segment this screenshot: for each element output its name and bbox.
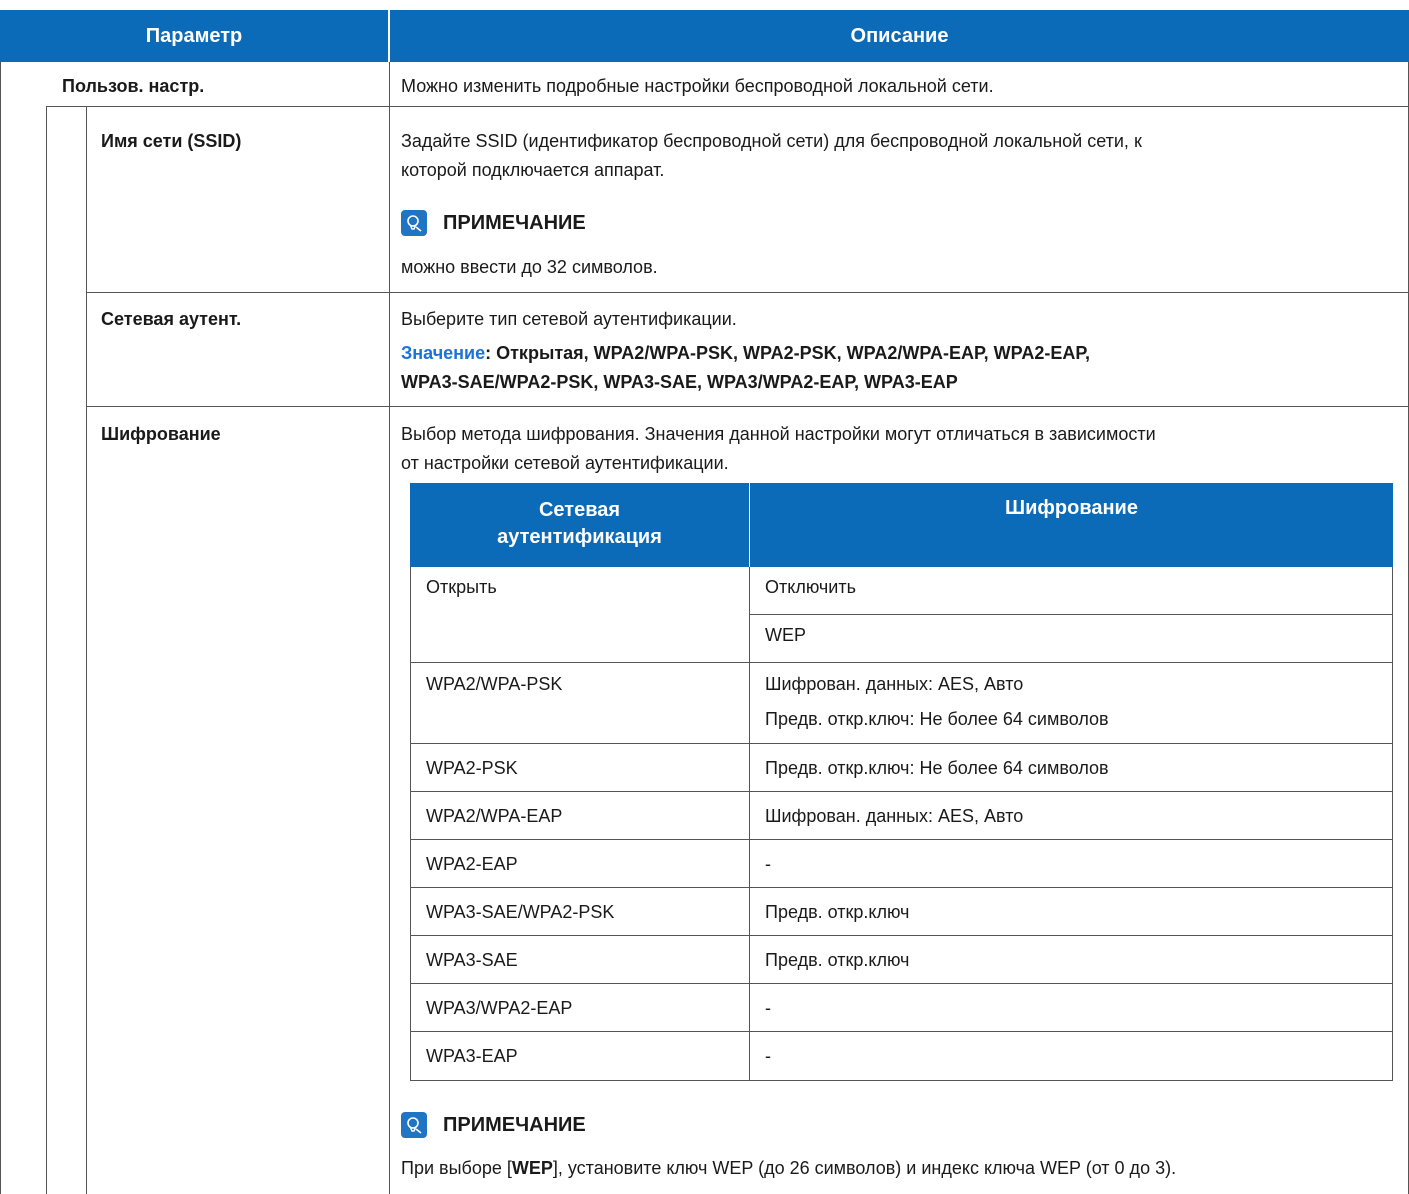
note-text-pre: При выборе [ [401,1158,512,1178]
row-divider [86,292,1409,293]
lightbulb-note-icon [401,1112,427,1138]
inner-header-auth-line1: Сетевая [538,499,621,521]
cell-auth-wpa3-wpa2-eap: WPA3/WPA2-EAP [426,998,573,1018]
note-ssid: ПРИМЕЧАНИЕ [401,210,586,236]
inner-header-auth-line2: аутентификация [497,526,662,548]
row-divider [46,106,1409,107]
note-label: ПРИМЕЧАНИЕ [443,1113,586,1136]
inner-row-divider [749,614,1393,615]
row-desc-ssid-2: которой подключается аппарат. [401,160,665,180]
row-desc-ssid-1: Задайте SSID (идентификатор беспроводной… [401,131,1142,151]
inner-row-divider [410,983,1393,984]
value-label: Значение [401,343,486,363]
encryption-table: Сетевая аутентификация Шифрование Открыт… [410,483,1393,1081]
cell-auth-wpa3-eap: WPA3-EAP [426,1046,518,1066]
row-divider [86,406,1409,407]
indent-line-2 [86,106,87,1194]
row-value-auth-1: Значение: Открытая, WPA2/WPA-PSK, WPA2-P… [401,340,1090,366]
inner-border-bottom [410,1080,1393,1081]
cell-auth-wpa2-psk: WPA2-PSK [426,758,518,778]
cell-enc-dash: - [765,1046,771,1066]
cell-enc-wep: WEP [765,625,807,645]
inner-header-auth: Сетевая аутентификация [410,483,749,567]
row-name-encryption: Шифрование [101,424,221,444]
cell-enc-disable: Отключить [765,577,856,597]
indent-line-1 [46,106,47,1194]
cell-enc-aes-auto: Шифрован. данных: AES, Авто [765,806,1024,826]
inner-header-enc: Шифрование [750,483,1393,567]
cell-enc-psk: Предв. откр.ключ [765,950,910,970]
row-desc-enc-1: Выбор метода шифрования. Значения данной… [401,424,1156,444]
inner-border-right [1392,567,1393,1081]
value-list: : Открытая, WPA2/WPA-PSK, WPA2-PSK, WPA2… [485,343,1091,363]
lightbulb-note-icon [401,210,427,236]
row-value-auth-2: WPA3-SAE/WPA2-PSK, WPA3-SAE, WPA3/WPA2-E… [401,372,958,392]
row-name-ssid: Имя сети (SSID) [101,131,242,151]
row-name-auth: Сетевая аутент. [101,309,242,329]
cell-enc-psk: Предв. откр.ключ [765,902,910,922]
column-divider [389,62,390,1194]
inner-row-divider [410,1031,1393,1032]
cell-auth-wpa3-sae-wpa2-psk: WPA3-SAE/WPA2-PSK [426,902,615,922]
inner-row-divider [410,887,1393,888]
note-text-ssid: можно ввести до 32 символов. [401,257,658,277]
header-description: Описание [390,10,1409,62]
inner-row-divider [410,935,1393,936]
cell-enc-dash: - [765,854,771,874]
cell-enc-psk-64: Предв. откр.ключ: Не более 64 символов [765,758,1109,778]
note-text-encryption: При выборе [WEP], установите ключ WEP (д… [401,1155,1176,1181]
cell-enc-psk-64: Предв. откр.ключ: Не более 64 символов [765,709,1109,729]
inner-row-divider [410,743,1393,744]
header-parameter: Параметр [0,10,388,62]
cell-auth-open: Открыть [426,577,497,597]
cell-auth-wpa3-sae: WPA3-SAE [426,950,518,970]
table-border-left [0,62,1,1194]
inner-border-left [410,567,411,1081]
row-desc-custom: Можно изменить подробные настройки беспр… [401,76,994,96]
inner-row-divider [410,662,1393,663]
cell-auth-wpa2-wpa-psk: WPA2/WPA-PSK [426,674,563,694]
row-name-custom: Пользов. настр. [62,76,205,96]
cell-auth-wpa2-eap: WPA2-EAP [426,854,518,874]
row-desc-enc-2: от настройки сетевой аутентификации. [401,453,729,473]
row-desc-auth: Выберите тип сетевой аутентификации. [401,309,737,329]
note-label: ПРИМЕЧАНИЕ [443,211,586,234]
inner-row-divider [410,839,1393,840]
note-encryption: ПРИМЕЧАНИЕ [401,1112,586,1138]
cell-auth-wpa2-wpa-eap: WPA2/WPA-EAP [426,806,563,826]
inner-column-divider [749,567,750,1081]
settings-table: Параметр Описание Пользов. настр. Можно … [0,0,1409,1194]
note-text-post: ], установите ключ WEP (до 26 символов) … [552,1158,1177,1178]
note-text-wep: WEP [511,1158,553,1178]
cell-enc-aes-auto: Шифрован. данных: AES, Авто [765,674,1024,694]
inner-row-divider [410,791,1393,792]
cell-enc-dash: - [765,998,771,1018]
